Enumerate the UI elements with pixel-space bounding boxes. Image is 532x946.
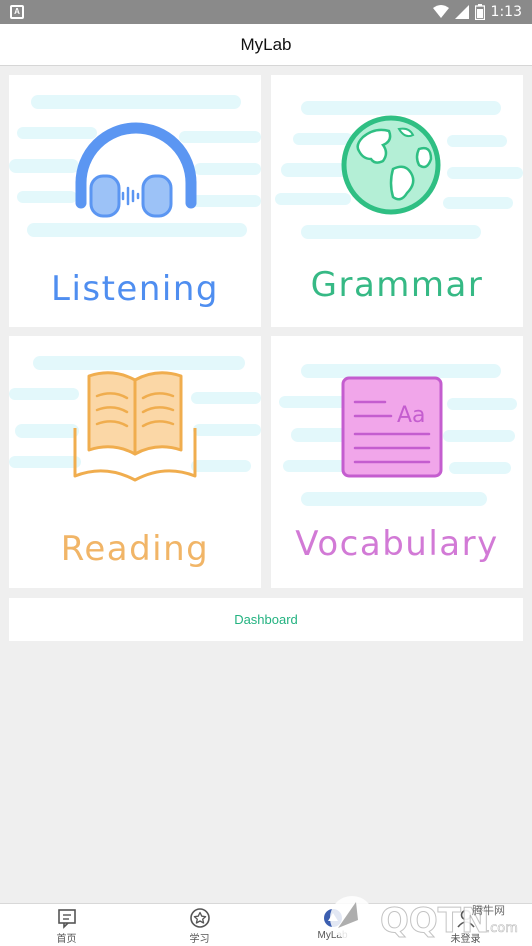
battery-icon	[474, 4, 485, 20]
home-chat-icon	[57, 909, 76, 929]
notification-icon: A	[10, 5, 24, 19]
app-bar: MyLab	[0, 24, 532, 66]
vocabulary-label: Vocabulary	[295, 524, 499, 564]
listening-label: Listening	[51, 269, 219, 309]
status-bar: A 1:13	[0, 0, 532, 24]
wifi-icon	[432, 5, 449, 18]
status-time: 1:13	[490, 4, 522, 20]
svg-text:.com: .com	[486, 921, 518, 936]
listening-card[interactable]: Listening	[9, 75, 261, 327]
grammar-card[interactable]: Grammar	[271, 75, 523, 327]
svg-text:Aa: Aa	[397, 403, 426, 428]
page-title: MyLab	[240, 35, 292, 54]
dashboard-button[interactable]: Dashboard	[9, 598, 523, 641]
reading-label: Reading	[60, 529, 210, 569]
grammar-label: Grammar	[310, 265, 484, 305]
star-circle-icon	[189, 908, 210, 928]
svg-text:腾牛网: 腾牛网	[472, 903, 505, 917]
nav-item-home[interactable]: 首页	[0, 904, 133, 946]
status-icons: 1:13	[432, 3, 522, 21]
signal-icon	[454, 5, 469, 19]
nav-label-study: 学习	[189, 934, 210, 945]
reading-card[interactable]: Reading	[9, 336, 261, 588]
nav-item-study[interactable]: 学习	[133, 904, 266, 946]
watermark-logo: QQTN 腾牛网 .com	[330, 896, 518, 942]
nav-label-home: 首页	[56, 934, 77, 945]
vocabulary-card[interactable]: Aa Vocabulary	[271, 336, 523, 588]
